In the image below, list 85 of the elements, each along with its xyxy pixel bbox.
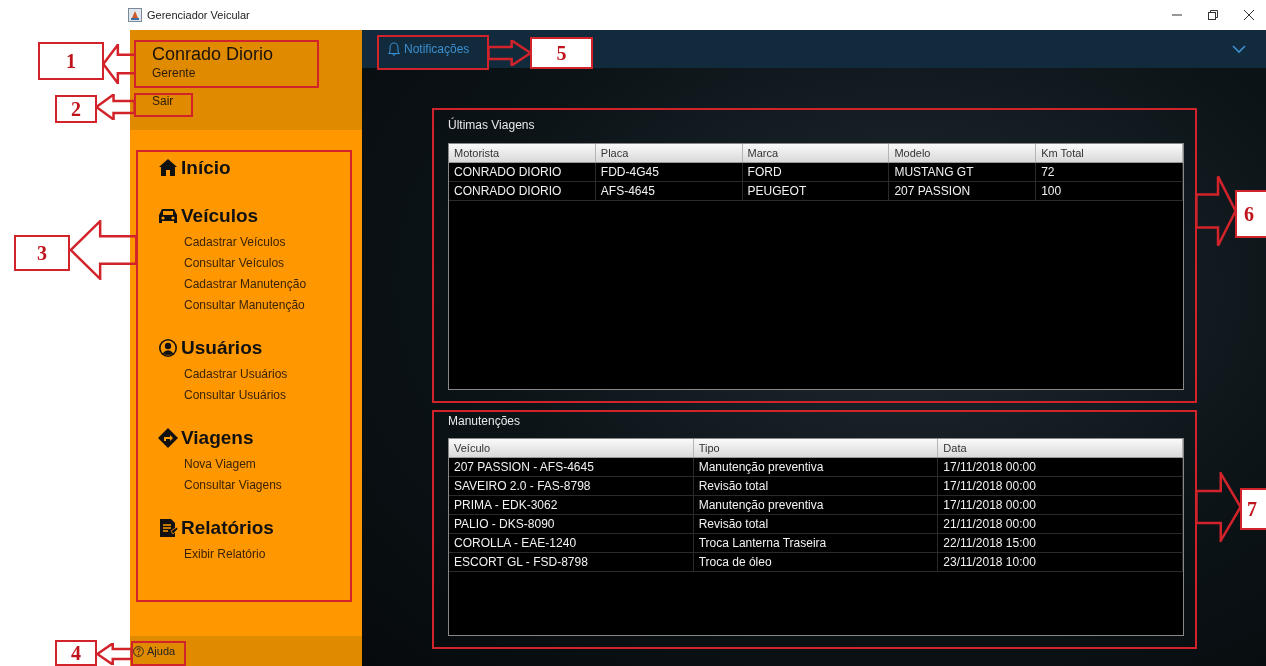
table-cell: PRIMA - EDK-3062 bbox=[449, 496, 694, 514]
table-cell: 21/11/2018 00:00 bbox=[938, 515, 1183, 533]
close-icon[interactable] bbox=[1244, 10, 1254, 20]
callout-arrow bbox=[96, 94, 135, 120]
column-header[interactable]: Motorista bbox=[449, 144, 596, 162]
chevron-down-icon[interactable] bbox=[1232, 44, 1246, 54]
column-header[interactable]: Tipo bbox=[693, 439, 939, 457]
document-icon bbox=[158, 518, 178, 538]
table-cell: Troca Lanterna Traseira bbox=[693, 534, 939, 552]
menu-heading[interactable]: Usuários bbox=[158, 336, 263, 360]
menu-item[interactable]: Consultar Viagens bbox=[158, 475, 282, 496]
table-cell: SAVEIRO 2.0 - FAS-8798 bbox=[449, 477, 694, 495]
table-cell: 23/11/2018 10:00 bbox=[938, 553, 1183, 571]
table-cell: 72 bbox=[1036, 163, 1183, 181]
callout-arrow bbox=[70, 220, 137, 280]
table-cell: PEUGEOT bbox=[742, 182, 890, 200]
menu-heading[interactable]: Veículos bbox=[158, 204, 259, 228]
callout-number: 5 bbox=[530, 37, 593, 69]
help-link[interactable]: Ajuda bbox=[133, 645, 176, 657]
callout-number: 3 bbox=[14, 235, 70, 271]
menu-item[interactable]: Exibir Relatório bbox=[158, 544, 266, 565]
table-cell: Troca de óleo bbox=[693, 553, 939, 571]
diamond-arrow-icon bbox=[158, 428, 178, 448]
table-cell: Manutenção preventiva bbox=[693, 458, 939, 476]
user-icon bbox=[158, 338, 178, 358]
column-header[interactable]: Placa bbox=[595, 144, 743, 162]
annotation-frame bbox=[131, 641, 186, 666]
table-cell: AFS-4645 bbox=[595, 182, 743, 200]
column-header[interactable]: Marca bbox=[742, 144, 890, 162]
user-role: Gerente bbox=[152, 66, 196, 80]
callout-arrow bbox=[488, 40, 531, 66]
logout-link[interactable]: Sair bbox=[152, 94, 174, 108]
callout-number: 6 bbox=[1235, 190, 1266, 238]
callout-arrow bbox=[1196, 175, 1236, 247]
app-icon bbox=[128, 8, 142, 22]
table-cell: 17/11/2018 00:00 bbox=[938, 477, 1183, 495]
menu-heading[interactable]: Início bbox=[158, 156, 231, 180]
callout-number: 7 bbox=[1240, 488, 1266, 530]
table-cell: ESCORT GL - FSD-8798 bbox=[449, 553, 694, 571]
table-cell: COROLLA - EAE-1240 bbox=[449, 534, 694, 552]
table-cell: CONRADO DIORIO bbox=[449, 163, 596, 181]
menu-heading[interactable]: Viagens bbox=[158, 426, 254, 450]
annotation-frame bbox=[134, 93, 193, 117]
callout-arrow bbox=[103, 44, 136, 84]
menu-item[interactable]: Consultar Veículos bbox=[158, 253, 285, 274]
column-header[interactable]: Modelo bbox=[889, 144, 1037, 162]
menu-item[interactable]: Consultar Usuários bbox=[158, 385, 287, 406]
table-cell: 100 bbox=[1036, 182, 1183, 200]
table-cell: 22/11/2018 15:00 bbox=[938, 534, 1183, 552]
table-cell: FDD-4G45 bbox=[595, 163, 743, 181]
table-cell: CONRADO DIORIO bbox=[449, 182, 596, 200]
panel-title: Últimas Viagens bbox=[448, 116, 536, 134]
table-cell: PALIO - DKS-8090 bbox=[449, 515, 694, 533]
table-cell: 207 PASSION - AFS-4645 bbox=[449, 458, 694, 476]
table-cell: 17/11/2018 00:00 bbox=[938, 458, 1183, 476]
menu-item[interactable]: Cadastrar Veículos bbox=[158, 232, 286, 253]
restore-icon[interactable] bbox=[1208, 10, 1218, 20]
menu-item[interactable]: Nova Viagem bbox=[158, 454, 256, 475]
callout-number: 1 bbox=[38, 42, 104, 80]
menu-item[interactable]: Consultar Manutenção bbox=[158, 295, 305, 316]
table-cell: 207 PASSION bbox=[889, 182, 1037, 200]
callout-number: 2 bbox=[55, 95, 97, 123]
column-header[interactable]: Data bbox=[938, 439, 1183, 457]
home-icon bbox=[158, 158, 178, 178]
bell-icon bbox=[388, 42, 400, 56]
table-cell: Manutenção preventiva bbox=[693, 496, 939, 514]
table-cell: 17/11/2018 00:00 bbox=[938, 496, 1183, 514]
table-cell: Revisão total bbox=[693, 477, 939, 495]
panel-title: Manutenções bbox=[448, 413, 522, 430]
menu-heading[interactable]: Relatórios bbox=[158, 516, 274, 540]
column-header[interactable]: Veículo bbox=[449, 439, 694, 457]
window-title: Gerenciador Veicular bbox=[147, 9, 250, 21]
column-header[interactable]: Km Total bbox=[1036, 144, 1183, 162]
notifications-button[interactable]: Notificações bbox=[388, 42, 470, 56]
callout-arrow bbox=[1196, 472, 1241, 542]
menu-item[interactable]: Cadastrar Usuários bbox=[158, 364, 288, 385]
table-cell: MUSTANG GT bbox=[889, 163, 1037, 181]
user-name: Conrado Diorio bbox=[152, 44, 274, 64]
menu-item[interactable]: Cadastrar Manutenção bbox=[158, 274, 307, 295]
car-icon bbox=[158, 206, 178, 226]
callout-arrow bbox=[97, 643, 132, 665]
table-cell: FORD bbox=[742, 163, 890, 181]
question-icon bbox=[133, 645, 144, 657]
table-cell: Revisão total bbox=[693, 515, 939, 533]
callout-number: 4 bbox=[55, 640, 97, 666]
